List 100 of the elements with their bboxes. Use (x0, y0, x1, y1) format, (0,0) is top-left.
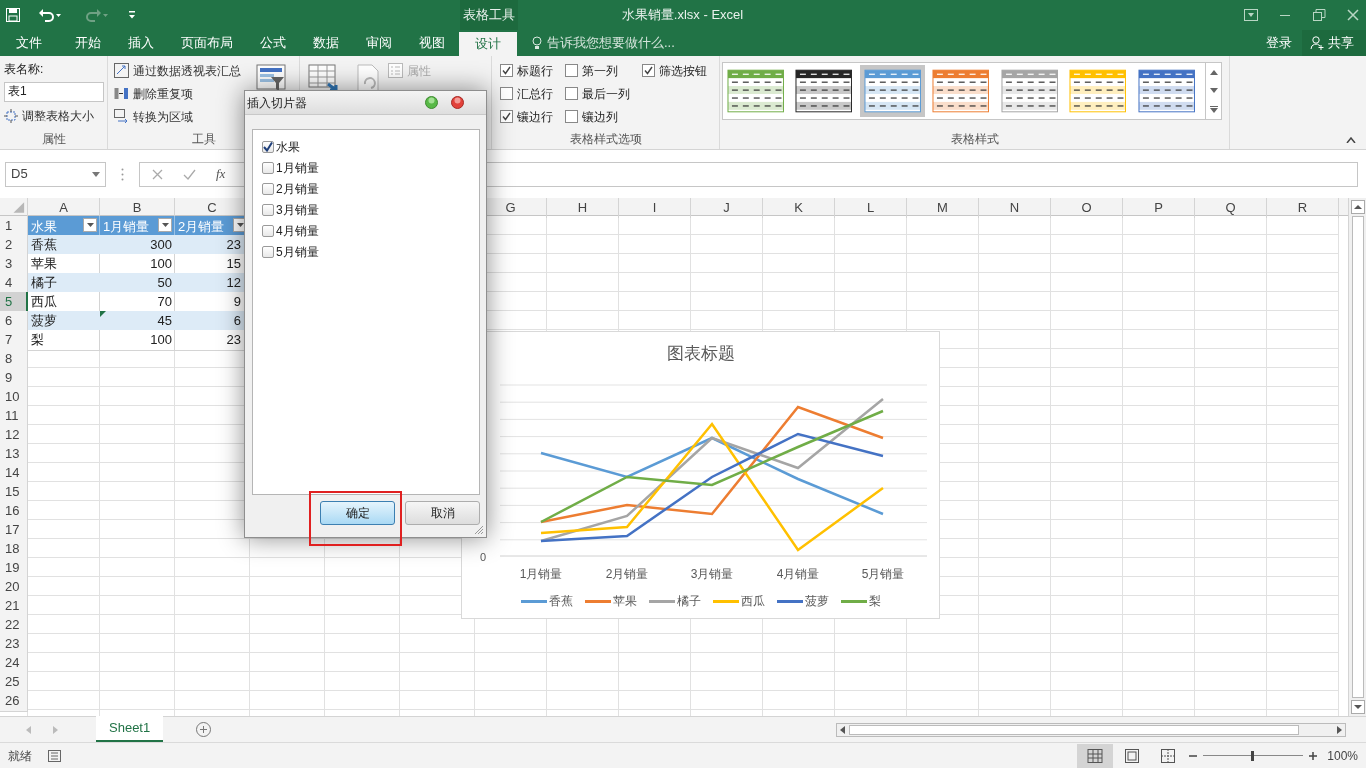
row-header[interactable]: 17 (0, 520, 28, 541)
row-header[interactable]: 4 (0, 273, 28, 294)
ribbon-button[interactable]: 调整表格大小 (4, 104, 107, 127)
table-name-field[interactable]: 表1 (4, 81, 104, 102)
table-style-thumbnail[interactable] (726, 68, 786, 114)
ribbon-tab[interactable]: 插入 (115, 30, 167, 56)
page-break-icon[interactable] (1161, 748, 1176, 763)
column-header[interactable]: P (1123, 198, 1195, 218)
column-header[interactable]: R (1267, 198, 1339, 218)
field-checkbox[interactable]: 水果 (262, 136, 479, 157)
ribbon-tab[interactable]: 审阅 (353, 30, 405, 56)
ribbon-tab[interactable]: 文件 (3, 30, 55, 56)
minimize-dot-icon[interactable] (425, 96, 438, 109)
save-icon[interactable] (6, 8, 20, 22)
macro-record-icon[interactable] (48, 749, 61, 762)
field-checkbox[interactable]: 1月销量 (262, 157, 479, 178)
column-header[interactable]: H (547, 198, 619, 218)
checkbox[interactable] (262, 140, 274, 153)
ribbon-tab[interactable]: 数据 (300, 30, 352, 56)
checkbox-option[interactable]: 镶边列 (565, 105, 630, 128)
sheet-tab[interactable]: Sheet1 (96, 716, 164, 742)
tell-me-search[interactable]: 告诉我您想要做什么... (532, 30, 675, 56)
row-header[interactable]: 24 (0, 653, 28, 674)
column-header[interactable]: O (1051, 198, 1123, 218)
close-dot-icon[interactable] (451, 96, 464, 109)
undo-icon[interactable] (38, 8, 62, 22)
row-header[interactable]: 16 (0, 501, 28, 522)
column-header[interactable]: N (979, 198, 1051, 218)
row-header[interactable]: 1 (0, 216, 28, 237)
zoom-slider-thumb[interactable] (1251, 750, 1255, 761)
row-header[interactable]: 5 (0, 292, 28, 313)
zoom-in-icon[interactable] (1309, 751, 1318, 760)
row-header[interactable]: 8 (0, 349, 28, 370)
checkbox[interactable] (262, 182, 274, 195)
scroll-up-icon[interactable] (1209, 69, 1218, 75)
field-checkbox[interactable]: 5月销量 (262, 241, 479, 262)
checkbox-option[interactable]: 最后一列 (565, 82, 630, 105)
checkbox[interactable] (262, 203, 274, 216)
field-checkbox[interactable]: 2月销量 (262, 178, 479, 199)
gallery-more-icon[interactable] (1209, 105, 1218, 113)
row-header[interactable]: 20 (0, 577, 28, 598)
checkbox[interactable] (565, 110, 578, 123)
checkbox[interactable] (262, 245, 274, 258)
column-header[interactable]: Q (1195, 198, 1267, 218)
checkbox-option[interactable]: 第一列 (565, 59, 630, 82)
checkbox[interactable] (565, 87, 578, 100)
share-button[interactable]: 共享 (1302, 30, 1366, 56)
restore-icon[interactable] (1312, 9, 1326, 21)
row-header[interactable]: 3 (0, 254, 28, 275)
row-header[interactable]: 19 (0, 558, 28, 579)
checkbox[interactable] (500, 110, 513, 123)
field-checkbox[interactable]: 4月销量 (262, 220, 479, 241)
ribbon-tab[interactable]: 页面布局 (168, 30, 246, 56)
row-header[interactable]: 7 (0, 330, 28, 351)
row-header[interactable]: 18 (0, 539, 28, 560)
table-style-thumbnail[interactable] (931, 68, 991, 114)
row-header[interactable]: 14 (0, 463, 28, 484)
ribbon-tab[interactable]: 视图 (406, 30, 458, 56)
sign-in-link[interactable]: 登录 (1256, 30, 1302, 56)
normal-view-icon[interactable] (1077, 743, 1114, 768)
table-style-thumbnail[interactable] (794, 68, 854, 114)
row-header[interactable]: 26 (0, 691, 28, 712)
table-style-thumbnail[interactable] (859, 65, 926, 117)
column-header[interactable]: J (691, 198, 763, 218)
column-header[interactable]: I (619, 198, 691, 218)
customize-toolbar-icon[interactable] (128, 10, 136, 20)
row-header[interactable]: 13 (0, 444, 28, 465)
page-layout-icon[interactable] (1125, 748, 1140, 763)
ribbon-button[interactable]: 通过数据透视表汇总 (114, 59, 241, 82)
column-header[interactable]: M (907, 198, 979, 218)
checkbox[interactable] (500, 87, 513, 100)
checkbox[interactable] (262, 224, 274, 237)
checkbox[interactable] (500, 64, 513, 77)
splitter-handle-icon[interactable] (121, 167, 124, 181)
collapse-ribbon-icon[interactable] (1346, 137, 1356, 143)
scroll-down-icon[interactable] (1350, 700, 1365, 714)
dialog-button[interactable]: 确定 (320, 501, 395, 525)
ribbon-tab[interactable]: 开始 (62, 30, 114, 56)
row-header[interactable]: 11 (0, 406, 28, 427)
scroll-thumb[interactable] (849, 724, 1299, 735)
row-header[interactable]: 22 (0, 615, 28, 636)
checkbox-option[interactable]: 汇总行 (500, 82, 553, 105)
dialog-button[interactable]: 取消 (405, 501, 480, 525)
row-header[interactable]: 21 (0, 596, 28, 617)
checkbox[interactable] (565, 64, 578, 77)
scroll-thumb[interactable] (1351, 216, 1364, 698)
row-header[interactable]: 9 (0, 368, 28, 389)
ribbon-button[interactable]: 删除重复项 (114, 82, 241, 105)
ribbon-tab[interactable]: 公式 (247, 30, 299, 56)
checkbox-option[interactable]: 标题行 (500, 59, 553, 82)
checkbox-option[interactable]: 筛选按钮 (642, 59, 707, 82)
filter-button[interactable] (83, 218, 97, 232)
row-header[interactable]: 6 (0, 311, 28, 332)
row-header[interactable]: 15 (0, 482, 28, 503)
table-style-thumbnail[interactable] (1136, 68, 1197, 114)
row-header[interactable]: 2 (0, 235, 28, 256)
row-header[interactable]: 12 (0, 425, 28, 446)
add-sheet-icon[interactable] (196, 722, 212, 737)
ribbon-tab[interactable]: 设计 (459, 32, 517, 56)
name-box[interactable]: D5 (5, 161, 106, 187)
